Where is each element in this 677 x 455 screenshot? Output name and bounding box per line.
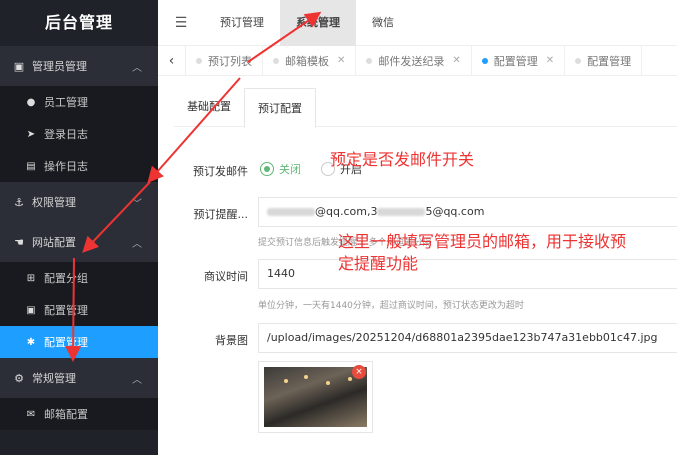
remind-label: 预订提醒...	[193, 208, 249, 221]
annotation-email-line1: 这里一般填写管理员的邮箱，用于接收预	[338, 232, 627, 251]
bg-thumbnail: ×	[258, 361, 373, 433]
radio-checked-icon	[260, 162, 274, 176]
menu-item-config-manage-active[interactable]: ✱ 配置管理	[0, 326, 158, 358]
menu-group-permission[interactable]: ⚓ 权限管理 ﹀	[0, 182, 158, 222]
image-icon: ▣	[26, 304, 36, 316]
hand-icon: ☚	[14, 235, 24, 249]
tab-dot-icon	[481, 57, 488, 64]
asterisk-icon: ✱	[26, 336, 36, 348]
page-tab-active[interactable]: 配置管理 ✕	[472, 45, 566, 76]
menu-item-config-manage[interactable]: ▣ 配置管理	[0, 294, 158, 326]
menu-item-label: 操作日志	[44, 160, 88, 173]
menu-item-mail-config[interactable]: ✉ 邮箱配置	[0, 398, 158, 430]
menu-item-op-log[interactable]: ▤ 操作日志	[0, 150, 158, 182]
menu-item-staff[interactable]: ● 员工管理	[0, 86, 158, 118]
remind-email-input[interactable]: @qq.com,3 5@qq.com	[258, 197, 677, 227]
restaurant-image	[264, 367, 367, 427]
page-tab-label: 配置管理	[493, 54, 538, 68]
menu-item-config-group[interactable]: ⊞ 配置分组	[0, 262, 158, 294]
sidebar: 后台管理 ▣ 管理员管理 ︿ ● 员工管理 ➤ 登录日志 ▤ 操作日志 ⚓ 权限…	[0, 0, 158, 455]
radio-off-label: 关闭	[279, 163, 301, 176]
annotation-email-line2: 定提醒功能	[338, 254, 419, 273]
group-icon: ⊞	[26, 272, 36, 284]
tab-dot-icon	[366, 57, 373, 64]
page-tab[interactable]: 邮箱模板 ✕	[263, 45, 357, 76]
send-mail-label: 预订发邮件	[193, 165, 248, 178]
subtab-booking[interactable]: 预订配置	[244, 88, 316, 128]
config-subtabs: 基础配置 预订配置	[174, 87, 677, 128]
chevron-up-icon: ︿	[132, 62, 142, 74]
annotation-switch: 预定是否发邮件开关	[330, 150, 475, 169]
chevron-up-icon: ︿	[132, 238, 142, 250]
page-tab-strip: ‹ 预订列表 邮箱模板 ✕ 邮件发送纪录 ✕ 配置管理 ✕ 配置管理	[158, 45, 677, 76]
radio-off[interactable]: 关闭	[260, 161, 301, 177]
brand-title: 后台管理	[44, 13, 113, 32]
redacted-mask	[377, 208, 426, 216]
bg-label: 背景图	[215, 334, 248, 347]
page-tab-label: 邮箱模板	[285, 54, 329, 68]
negotiate-label: 商议时间	[204, 270, 248, 283]
tab-dot-icon	[575, 57, 582, 64]
menu-item-login-log[interactable]: ➤ 登录日志	[0, 118, 158, 150]
menu-group-admin[interactable]: ▣ 管理员管理 ︿	[0, 46, 158, 86]
bg-path-input[interactable]: /upload/images/20251204/d68801a2395dae12…	[258, 323, 677, 353]
remind-value-b: 5@qq.com	[425, 205, 485, 218]
menu-item-label: 邮箱配置	[44, 408, 88, 421]
remind-value-a: @qq.com,3	[315, 205, 378, 218]
page-tab-label: 邮件发送纪录	[378, 54, 445, 68]
subtab-basic[interactable]: 基础配置	[174, 87, 244, 127]
menu-group-general[interactable]: ⚙ 常规管理 ︿	[0, 358, 158, 398]
page-tab-label: 配置管理	[587, 54, 632, 68]
close-icon[interactable]: ✕	[337, 55, 345, 66]
tab-prev-icon[interactable]: ‹	[158, 45, 186, 76]
delete-icon[interactable]: ×	[352, 365, 366, 379]
send-icon: ➤	[26, 128, 36, 140]
tab-dot-icon	[196, 57, 202, 64]
menu-item-label: 员工管理	[44, 96, 88, 109]
close-icon[interactable]: ✕	[546, 55, 554, 66]
negotiate-hint: 单位分钟，一天有1440分钟，超过商议时间，预订状态更改为超时	[258, 301, 524, 311]
chevron-down-icon: ﹀	[132, 198, 142, 210]
menu-group-site-config[interactable]: ☚ 网站配置 ︿	[0, 222, 158, 262]
menu-item-label: 登录日志	[44, 128, 88, 141]
page-tab[interactable]: 配置管理	[565, 45, 643, 76]
menu-group-label: 常规管理	[32, 372, 76, 385]
top-tab-wechat[interactable]: 微信	[356, 0, 410, 46]
menu-toggle-icon[interactable]: ☰	[158, 15, 204, 31]
close-icon[interactable]: ✕	[452, 55, 460, 66]
id-card-icon: ▣	[13, 59, 25, 73]
menu-group-label: 网站配置	[32, 236, 76, 249]
page-tab-label: 预订列表	[208, 54, 252, 68]
negotiate-input[interactable]: 1440	[258, 259, 677, 289]
menu-item-label: 配置管理	[44, 336, 88, 349]
tab-dot-icon	[273, 57, 279, 64]
top-nav: ☰ 预订管理 系统管理 微信	[158, 0, 677, 46]
page-tab[interactable]: 邮件发送纪录 ✕	[356, 45, 472, 76]
page-tab[interactable]: 预订列表	[186, 45, 263, 76]
redacted-mask	[267, 208, 315, 216]
top-tab-booking[interactable]: 预订管理	[204, 0, 280, 46]
menu-group-label: 管理员管理	[32, 60, 87, 73]
chevron-up-icon: ︿	[132, 374, 142, 386]
mail-icon: ✉	[26, 408, 36, 420]
user-icon: ●	[26, 96, 36, 108]
menu-item-label: 配置管理	[44, 304, 88, 317]
menu-group-label: 权限管理	[32, 196, 76, 209]
cogs-icon: ⚙	[14, 371, 24, 385]
menu-item-label: 配置分组	[44, 272, 88, 285]
top-tab-system[interactable]: 系统管理	[280, 0, 356, 46]
anchor-icon: ⚓	[14, 195, 24, 209]
list-icon: ▤	[26, 160, 36, 172]
